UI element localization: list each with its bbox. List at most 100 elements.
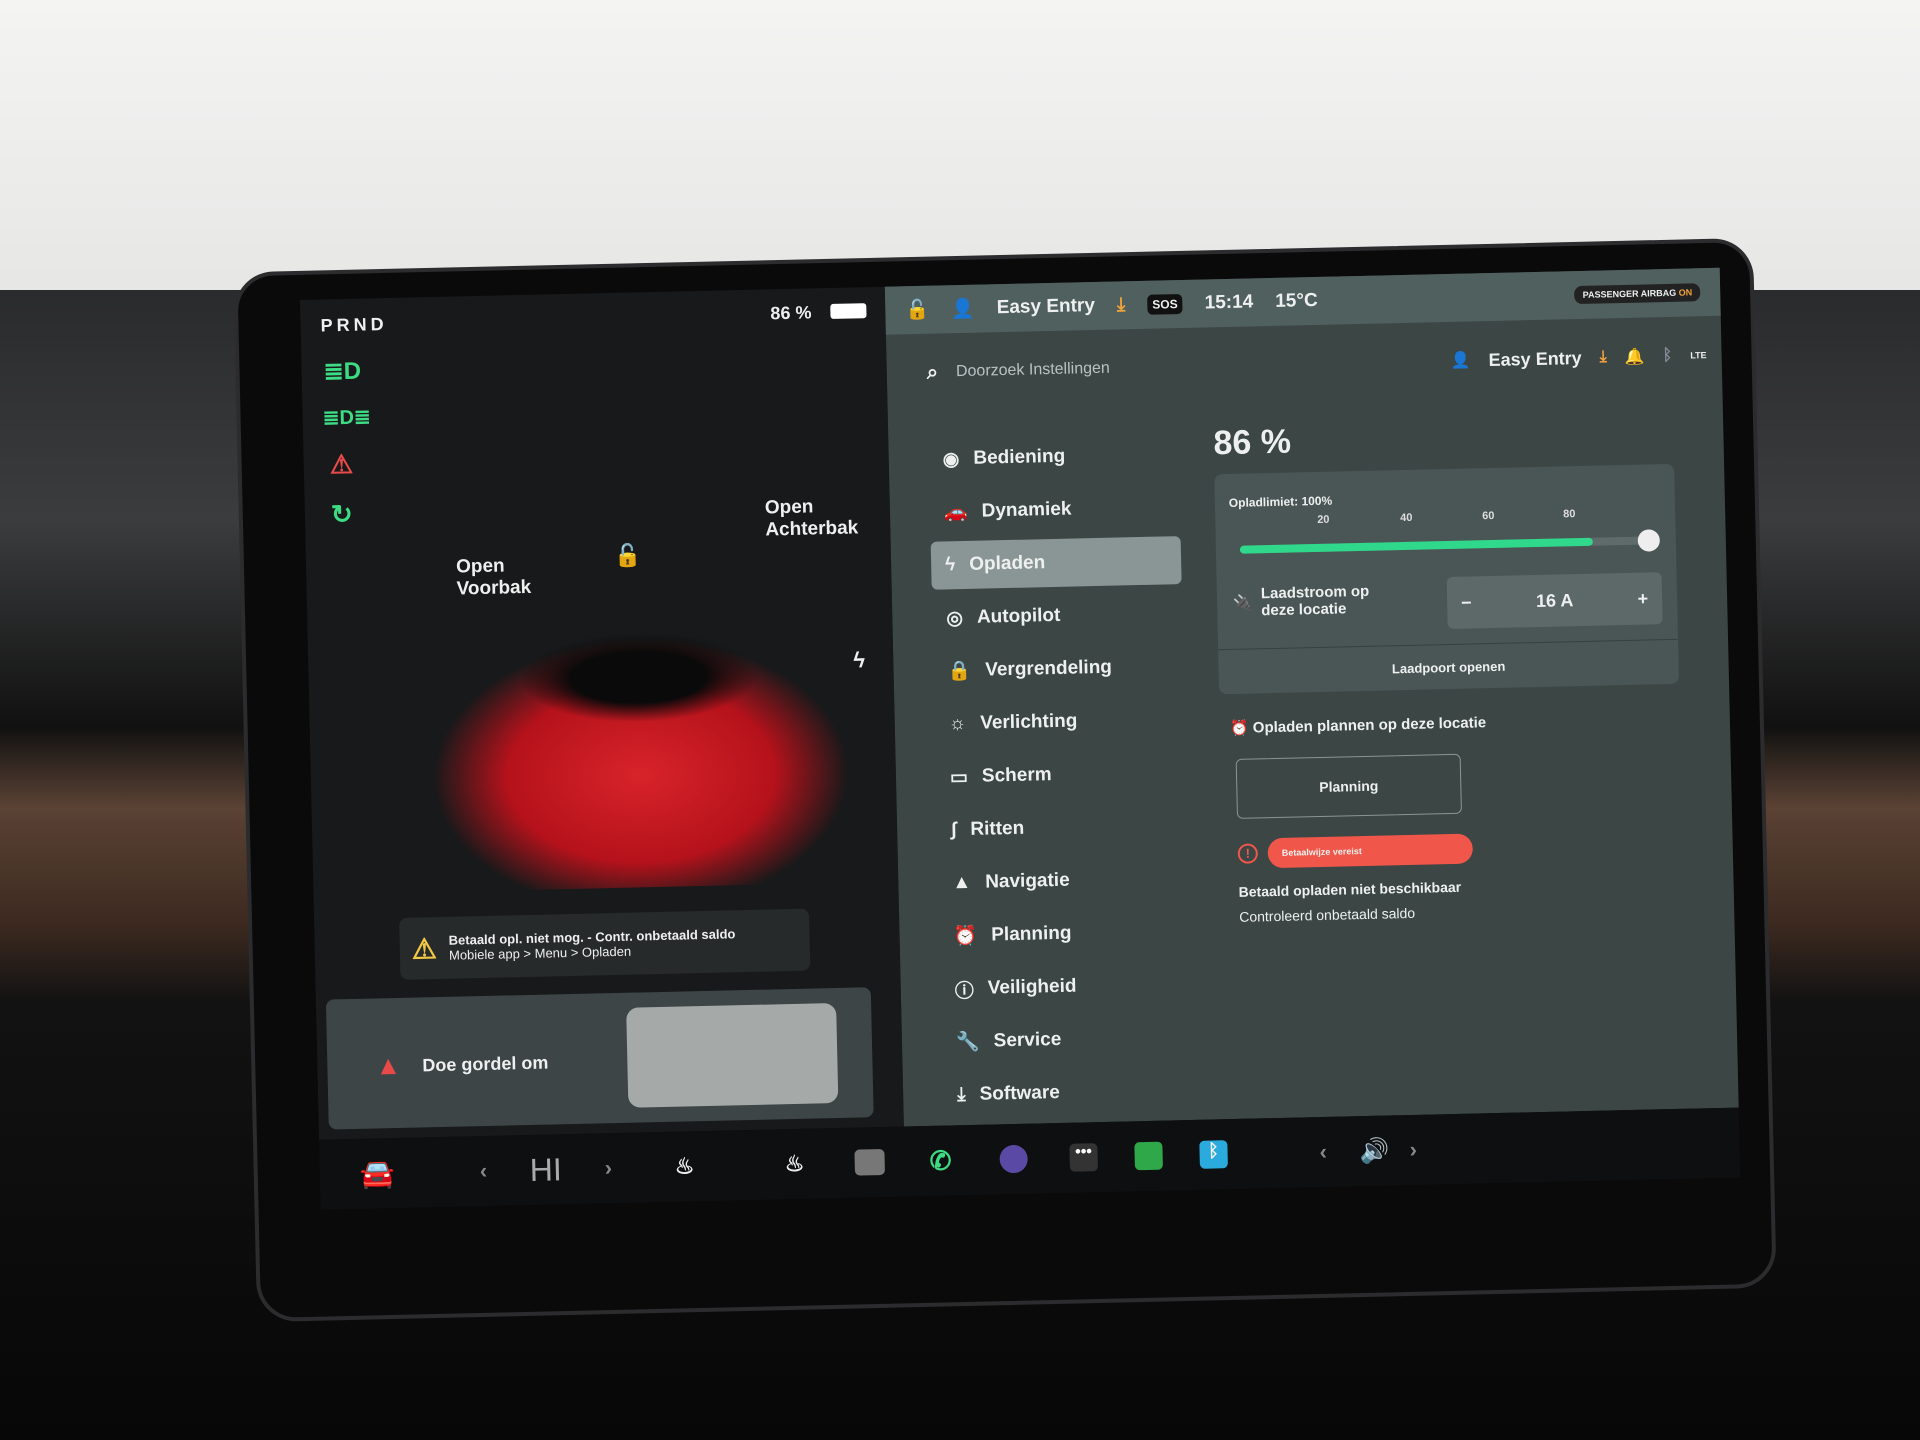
bell-icon[interactable]: 🔔 xyxy=(1625,347,1645,367)
clock: 15:14 xyxy=(1204,291,1254,314)
open-frunk-button[interactable]: Open Voorbak xyxy=(456,555,532,601)
battery-icon xyxy=(830,303,867,319)
sidebar-item-dynamiek[interactable]: 🚗 Dynamiek xyxy=(929,483,1180,537)
planning-button[interactable]: Planning xyxy=(1235,753,1462,819)
sidebar-item-scherm[interactable]: ▭ Scherm xyxy=(935,748,1186,802)
unlock-icon[interactable]: 🔓 xyxy=(614,542,642,569)
car-icon[interactable]: 🚘 xyxy=(359,1157,395,1191)
tick-label: 40 xyxy=(1400,511,1413,525)
seatbelt-message: Doe gordel om xyxy=(422,1052,549,1076)
wrench-icon: 🔧 xyxy=(955,1031,980,1054)
open-charge-port-button[interactable]: Laadpoort openen xyxy=(1218,638,1680,695)
schedule-heading: ⏰ Opladen plannen op deze locatie xyxy=(1230,713,1487,737)
sun-icon: ☼ xyxy=(948,712,967,735)
current-label: Laadstroom op deze locatie xyxy=(1260,582,1370,620)
energy-app-icon[interactable] xyxy=(1134,1141,1163,1171)
sidebar-item-planning[interactable]: ⏰ Planning xyxy=(939,907,1190,961)
sidebar-item-label: Planning xyxy=(991,922,1072,946)
sidebar-item-opladen[interactable]: ϟ Opladen xyxy=(930,536,1182,590)
car-icon: 🚗 xyxy=(943,501,968,524)
sidebar-item-vergrendeling[interactable]: 🔒 Vergrendeling xyxy=(933,642,1184,696)
sidebar-item-label: Software xyxy=(979,1081,1061,1105)
sidebar-item-service[interactable]: 🔧 Service xyxy=(941,1013,1192,1067)
sidebar-item-label: Veiligheid xyxy=(987,975,1077,999)
battery-level: 86 % xyxy=(770,302,812,324)
alarm-icon: ⏰ xyxy=(953,925,978,948)
temperature: 15°C xyxy=(1274,289,1318,312)
airbag-label: PASSENGER AIRBAG xyxy=(1582,287,1677,300)
open-trunk-button[interactable]: Open Achterbak xyxy=(765,495,859,541)
more-apps-icon[interactable]: ••• xyxy=(1069,1143,1098,1172)
slider-handle[interactable] xyxy=(1637,529,1661,552)
headlight-icon: ≣D xyxy=(323,357,362,386)
sidebar-item-label: Autopilot xyxy=(976,604,1061,628)
search-row: ⌕ Doorzoek Instellingen 👤 Easy Entry ⤓ 🔔… xyxy=(926,330,1707,398)
sidebar-item-label: Scherm xyxy=(981,764,1052,787)
seatbelt-card: ▲ Doe gordel om xyxy=(325,987,874,1130)
charge-port-icon[interactable]: ϟ xyxy=(853,647,865,673)
download-icon-2[interactable]: ⤓ xyxy=(1599,348,1606,366)
temp-up-button[interactable]: › xyxy=(604,1155,612,1181)
payment-required-badge[interactable]: Betaalwijze vereist xyxy=(1267,833,1474,869)
tick-label: 80 xyxy=(1563,508,1576,521)
charge-level-fill xyxy=(1239,537,1593,554)
lock-status-icon[interactable]: 🔓 xyxy=(905,298,929,323)
warning-icon: ⚠ xyxy=(411,932,438,965)
charge-limit-label: Opladlimiet: 100% xyxy=(1228,493,1333,510)
sidebar-item-verlichting[interactable]: ☼ Verlichting xyxy=(934,695,1185,749)
bolt-icon: ϟ xyxy=(944,554,956,576)
sidebar-item-bediening[interactable]: ◉ Bediening xyxy=(928,430,1179,484)
steering-heater-icon[interactable]: ♨ xyxy=(784,1151,804,1177)
sidebar-item-autopilot[interactable]: ◎ Autopilot xyxy=(932,589,1183,643)
download-icon[interactable]: ⤓ xyxy=(1117,294,1126,316)
payment-alert[interactable]: ⚠ Betaald opl. niet mog. - Contr. onbeta… xyxy=(399,908,811,980)
lte-signal-icon: LTE xyxy=(1690,350,1707,361)
search-icon[interactable]: ⌕ xyxy=(927,361,939,384)
camera-icon[interactable] xyxy=(854,1148,886,1176)
bluetooth-icon[interactable]: ᛒ xyxy=(1662,347,1672,365)
phone-icon[interactable]: ✆ xyxy=(929,1145,951,1176)
current-value: 16 A xyxy=(1535,589,1574,611)
volume-down-button[interactable]: ‹ xyxy=(1319,1139,1327,1165)
sidebar-item-label: Verlichting xyxy=(979,710,1078,734)
tick-label: 60 xyxy=(1482,509,1495,523)
error-icon: ! xyxy=(1237,843,1259,864)
sidebar-item-label: Ritten xyxy=(970,817,1025,840)
sidebar-item-label: Navigatie xyxy=(984,869,1070,893)
increase-current-button[interactable]: + xyxy=(1637,588,1648,609)
seatbelt-alert-icon: ▲ xyxy=(375,1049,402,1081)
volume-up-button[interactable]: › xyxy=(1409,1137,1417,1163)
car-panel: PRND 86 % ≣D ≣D≣ ⚠ ↻ Open Voorbak Open A… xyxy=(300,286,904,1140)
climate-temperature[interactable]: HI xyxy=(529,1151,562,1189)
volume-icon[interactable]: 🔊 xyxy=(1359,1136,1390,1166)
charging-status-icon: ↻ xyxy=(330,498,354,530)
search-input[interactable]: Doorzoek Instellingen xyxy=(956,360,1110,381)
download-icon: ⤓ xyxy=(956,1084,966,1106)
gear-indicator: PRND xyxy=(320,314,388,336)
settings-panel: 🔓 👤 Easy Entry ⤓ SOS 15:14 15°C PASSENGE… xyxy=(884,267,1739,1127)
navigation-icon: ▲ xyxy=(952,871,972,894)
sidebar-item-label: Vergrendeling xyxy=(985,656,1113,681)
battery-percent: 86 % xyxy=(1213,422,1292,463)
seat-heater-icon[interactable]: ♨ xyxy=(674,1153,694,1179)
sidebar-item-software[interactable]: ⤓ Software xyxy=(943,1066,1194,1120)
decrease-current-button[interactable]: − xyxy=(1461,592,1472,613)
temp-down-button[interactable]: ‹ xyxy=(480,1158,488,1184)
paid-charging-status: Betaald opladen niet beschikbaar xyxy=(1238,878,1462,900)
steering-wheel-icon: ◎ xyxy=(946,607,964,629)
sidebar-item-navigatie[interactable]: ▲ Navigatie xyxy=(938,854,1189,908)
bluetooth-app-icon[interactable]: ᛒ xyxy=(1199,1140,1228,1169)
charge-limit-slider[interactable] xyxy=(1239,529,1661,554)
sidebar-item-veiligheid[interactable]: ⓘ Veiligheid xyxy=(940,960,1191,1014)
plug-icon: 🔌 xyxy=(1232,595,1254,613)
car-roof xyxy=(517,629,760,726)
dashcam-icon[interactable] xyxy=(999,1144,1028,1174)
sidebar-item-ritten[interactable]: ∫ Ritten xyxy=(937,801,1188,855)
profile-name[interactable]: Easy Entry xyxy=(996,295,1095,319)
sos-button[interactable]: SOS xyxy=(1147,293,1183,315)
tick-label: 20 xyxy=(1317,513,1330,526)
profile-name-2[interactable]: Easy Entry xyxy=(1488,347,1582,370)
airbag-state: ON xyxy=(1678,287,1693,298)
trips-icon: ∫ xyxy=(950,819,957,841)
fog-light-icon: ≣D≣ xyxy=(322,406,371,430)
